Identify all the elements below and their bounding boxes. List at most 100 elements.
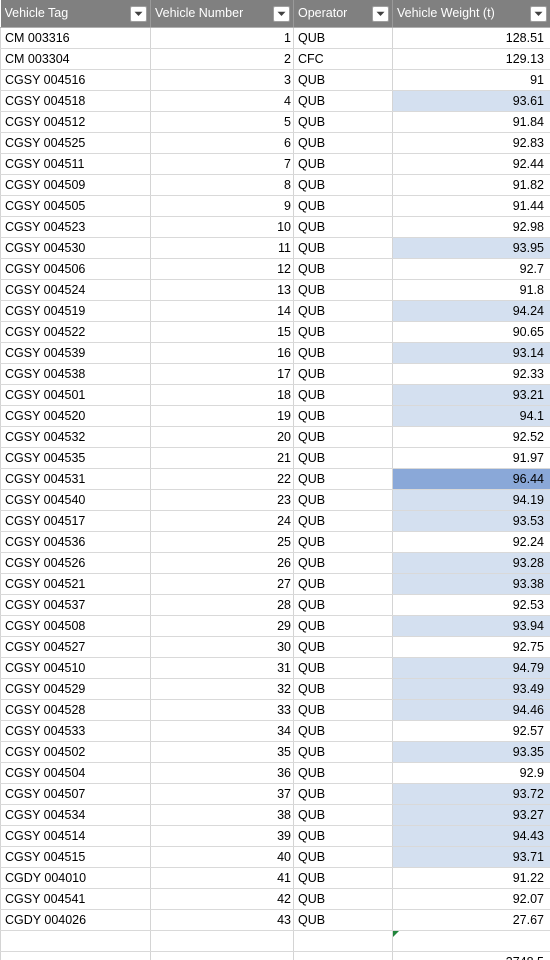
table-row[interactable]: CM 003304 2 CFC 129.13 [0,48,550,70]
cell-operator[interactable]: QUB [293,69,393,91]
cell-vehicle-weight[interactable]: 93.71 [392,846,550,868]
cell-vehicle-number[interactable]: 24 [150,510,294,532]
table-row[interactable]: CGDY 004010 41 QUB 91.22 [0,867,550,889]
cell-vehicle-tag[interactable]: CGSY 004530 [0,237,151,259]
cell-operator[interactable]: QUB [293,531,393,553]
cell-vehicle-weight[interactable]: 93.53 [392,510,550,532]
cell-vehicle-weight[interactable]: 129.13 [392,48,550,70]
cell-operator[interactable]: QUB [293,216,393,238]
cell-operator[interactable]: QUB [293,237,393,259]
cell-operator[interactable]: QUB [293,300,393,322]
cell-vehicle-tag[interactable]: CGSY 004518 [0,90,151,112]
cell-operator[interactable]: QUB [293,405,393,427]
cell-vehicle-number[interactable]: 6 [150,132,294,154]
table-row[interactable]: CGSY 004531 22 QUB 96.44 [0,468,550,490]
cell-vehicle-number[interactable]: 10 [150,216,294,238]
cell-vehicle-number[interactable]: 38 [150,804,294,826]
cell-vehicle-number[interactable]: 29 [150,615,294,637]
cell-vehicle-number[interactable]: 42 [150,888,294,910]
cell-operator[interactable]: QUB [293,468,393,490]
cell-operator[interactable]: QUB [293,111,393,133]
cell-vehicle-tag[interactable]: CGSY 004508 [0,615,151,637]
cell-vehicle-weight[interactable]: 92.57 [392,720,550,742]
table-row[interactable]: CGSY 004520 19 QUB 94.1 [0,405,550,427]
table-row[interactable]: CGSY 004501 18 QUB 93.21 [0,384,550,406]
cell-vehicle-number[interactable]: 40 [150,846,294,868]
cell-blank[interactable] [0,930,151,952]
cell-vehicle-weight[interactable]: 93.95 [392,237,550,259]
cell-vehicle-weight[interactable]: 91.84 [392,111,550,133]
table-row[interactable]: CGSY 004524 13 QUB 91.8 [0,279,550,301]
cell-vehicle-weight[interactable]: 27.67 [392,909,550,931]
cell-vehicle-number[interactable]: 36 [150,762,294,784]
table-row[interactable]: CGSY 004514 39 QUB 94.43 [0,825,550,847]
cell-operator[interactable]: QUB [293,132,393,154]
cell-operator[interactable]: QUB [293,699,393,721]
table-row[interactable]: CGSY 004530 11 QUB 93.95 [0,237,550,259]
cell-vehicle-tag[interactable]: CGSY 004538 [0,363,151,385]
cell-vehicle-weight[interactable]: 93.94 [392,615,550,637]
cell-vehicle-tag[interactable]: CGSY 004509 [0,174,151,196]
cell-vehicle-weight[interactable]: 93.35 [392,741,550,763]
table-row[interactable]: CM 003316 1 QUB 128.51 [0,27,550,49]
cell-vehicle-tag[interactable]: CGSY 004511 [0,153,151,175]
cell-vehicle-number[interactable]: 7 [150,153,294,175]
cell-vehicle-number[interactable]: 33 [150,699,294,721]
cell-vehicle-tag[interactable]: CGSY 004531 [0,468,151,490]
table-row[interactable]: CGSY 004508 29 QUB 93.94 [0,615,550,637]
cell-vehicle-tag[interactable]: CGSY 004520 [0,405,151,427]
table-row[interactable]: CGSY 004509 8 QUB 91.82 [0,174,550,196]
cell-vehicle-tag[interactable]: CGSY 004526 [0,552,151,574]
cell-vehicle-weight[interactable]: 92.44 [392,153,550,175]
table-row[interactable]: CGDY 004026 43 QUB 27.67 [0,909,550,931]
cell-operator[interactable]: QUB [293,552,393,574]
cell-vehicle-weight[interactable]: 93.61 [392,90,550,112]
cell-vehicle-tag[interactable]: CGSY 004504 [0,762,151,784]
table-row[interactable]: CGSY 004519 14 QUB 94.24 [0,300,550,322]
cell-vehicle-tag[interactable]: CGSY 004502 [0,741,151,763]
cell-vehicle-tag[interactable]: CGSY 004541 [0,888,151,910]
cell-vehicle-number[interactable]: 30 [150,636,294,658]
table-row[interactable]: CGSY 004522 15 QUB 90.65 [0,321,550,343]
cell-vehicle-number[interactable]: 34 [150,720,294,742]
cell-operator[interactable]: QUB [293,195,393,217]
table-row[interactable]: CGSY 004532 20 QUB 92.52 [0,426,550,448]
table-row[interactable]: CGSY 004518 4 QUB 93.61 [0,90,550,112]
cell-operator[interactable]: QUB [293,804,393,826]
column-header-vehicle-weight[interactable]: Vehicle Weight (t) [392,0,550,28]
cell-vehicle-number[interactable]: 13 [150,279,294,301]
cell-operator[interactable]: QUB [293,762,393,784]
cell-vehicle-number[interactable]: 43 [150,909,294,931]
cell-vehicle-weight[interactable]: 93.27 [392,804,550,826]
cell-vehicle-tag[interactable]: CGSY 004527 [0,636,151,658]
filter-dropdown-button-operator[interactable] [372,5,389,22]
column-header-vehicle-tag[interactable]: Vehicle Tag [0,0,151,28]
cell-operator[interactable]: QUB [293,447,393,469]
table-row[interactable]: CGSY 004510 31 QUB 94.79 [0,657,550,679]
cell-operator[interactable]: QUB [293,342,393,364]
table-row[interactable]: CGSY 004540 23 QUB 94.19 [0,489,550,511]
cell-vehicle-tag[interactable]: CGSY 004519 [0,300,151,322]
cell-vehicle-weight[interactable]: 93.28 [392,552,550,574]
table-row[interactable]: CGSY 004541 42 QUB 92.07 [0,888,550,910]
cell-vehicle-tag[interactable]: CGDY 004026 [0,909,151,931]
cell-operator[interactable]: QUB [293,783,393,805]
cell-vehicle-tag[interactable]: CGSY 004510 [0,657,151,679]
cell-total-vehicle-number[interactable] [150,951,294,960]
cell-operator[interactable]: CFC [293,48,393,70]
cell-vehicle-weight[interactable]: 92.98 [392,216,550,238]
cell-vehicle-weight[interactable]: 91.8 [392,279,550,301]
cell-vehicle-tag[interactable]: CGSY 004517 [0,510,151,532]
cell-vehicle-number[interactable]: 20 [150,426,294,448]
cell-operator[interactable]: QUB [293,426,393,448]
filter-dropdown-button-vehicle-tag[interactable] [130,5,147,22]
cell-vehicle-number[interactable]: 3 [150,69,294,91]
cell-vehicle-tag[interactable]: CGSY 004528 [0,699,151,721]
cell-operator[interactable]: QUB [293,279,393,301]
cell-vehicle-number[interactable]: 26 [150,552,294,574]
cell-vehicle-weight[interactable]: 91 [392,69,550,91]
cell-vehicle-weight[interactable]: 94.1 [392,405,550,427]
cell-operator[interactable]: QUB [293,489,393,511]
table-row[interactable]: CGSY 004535 21 QUB 91.97 [0,447,550,469]
cell-operator[interactable]: QUB [293,594,393,616]
